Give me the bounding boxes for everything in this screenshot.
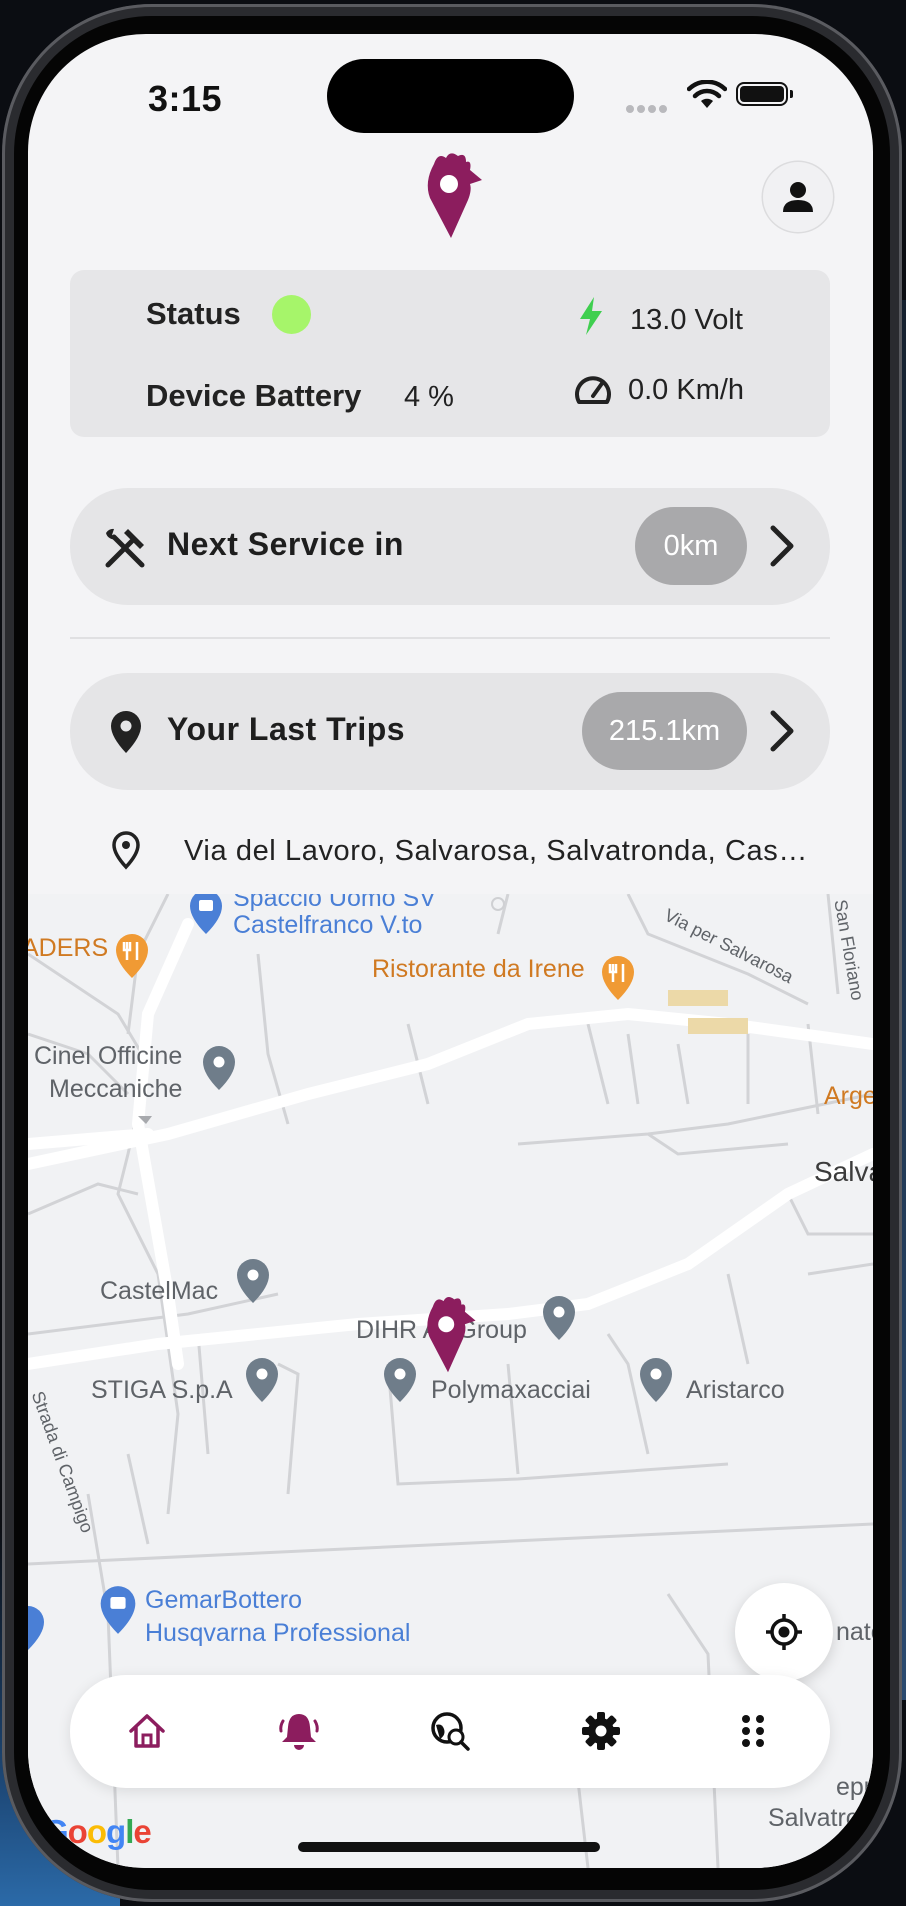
- app-screen: 3:15 Status 13.0 Volt Device Battery 4 %…: [28, 34, 873, 1868]
- next-service-label: Next Service in: [167, 526, 404, 562]
- vehicle-location-marker-icon[interactable]: [408, 1284, 488, 1384]
- cellular-icon: [626, 100, 670, 118]
- chevron-right-icon: [770, 710, 794, 752]
- grid-icon: [742, 1715, 764, 1747]
- device-battery-label: Device Battery: [146, 378, 362, 413]
- poi-gemar-1[interactable]: GemarBottero: [145, 1584, 302, 1616]
- speed-value: 0.0 Km/h: [628, 374, 745, 406]
- poi-cinel-2[interactable]: Meccaniche: [49, 1073, 182, 1105]
- status-label: Status: [146, 296, 241, 331]
- tools-icon: [105, 528, 145, 568]
- last-trip-address[interactable]: Via del Lavoro, Salvarosa, Salvatronda, …: [184, 835, 824, 868]
- nav-explore[interactable]: [422, 1703, 478, 1759]
- poi-castelfranco[interactable]: Castelfranco V.to: [233, 909, 422, 941]
- last-trips-badge: 215.1km: [582, 692, 747, 770]
- place-pin-icon: [543, 1296, 575, 1340]
- lightning-icon: [580, 297, 602, 335]
- location-pin-icon: [111, 711, 141, 753]
- speedometer-icon: [575, 376, 611, 404]
- wifi-icon: [687, 80, 727, 108]
- place-depur: epur: [836, 1773, 873, 1801]
- place-pin-icon: [237, 1259, 269, 1303]
- nav-alerts[interactable]: [271, 1703, 327, 1759]
- crosshair-icon: [766, 1614, 802, 1650]
- nav-home[interactable]: [119, 1703, 175, 1759]
- device-battery-value: 4 %: [404, 381, 454, 413]
- place-salva: Salva: [814, 1156, 873, 1187]
- shopping-pin-icon: [190, 894, 222, 934]
- section-divider: [70, 637, 830, 639]
- place-pin-icon: [246, 1358, 278, 1402]
- poi-ristorante[interactable]: Ristorante da Irene: [372, 953, 585, 985]
- poi-aristarco[interactable]: Aristarco: [686, 1374, 785, 1406]
- voltage-value: 13.0 Volt: [630, 304, 743, 336]
- nav-settings[interactable]: [573, 1703, 629, 1759]
- chevron-right-icon: [770, 525, 794, 567]
- place-pin-icon: [203, 1046, 235, 1090]
- last-trips-label: Your Last Trips: [167, 711, 406, 747]
- search-globe-icon: [431, 1712, 470, 1751]
- home-icon: [129, 1714, 165, 1748]
- last-trips-row[interactable]: Your Last Trips 215.1km: [70, 673, 830, 790]
- location-outline-icon: [112, 831, 140, 870]
- brand-logo-icon: [427, 153, 482, 238]
- bell-icon: [279, 1714, 319, 1750]
- next-service-row[interactable]: Next Service in 0km: [70, 488, 830, 605]
- nav-more[interactable]: [725, 1703, 781, 1759]
- person-icon: [783, 182, 813, 212]
- shopping-pin-icon: [28, 1606, 44, 1650]
- poi-gemar-2[interactable]: Husqvarna Professional: [145, 1617, 410, 1649]
- profile-button[interactable]: [763, 162, 833, 232]
- next-service-badge: 0km: [635, 507, 747, 585]
- shopping-pin-icon: [100, 1586, 136, 1634]
- poi-aders[interactable]: ADERS: [28, 932, 108, 964]
- google-attribution: Google: [43, 1813, 152, 1850]
- battery-icon: [736, 82, 793, 106]
- restaurant-pin-icon: [602, 956, 634, 1000]
- poi-stiga[interactable]: STIGA S.p.A: [91, 1374, 233, 1406]
- gear-icon: [582, 1712, 620, 1750]
- place-pin-icon: [640, 1358, 672, 1402]
- place-salvatron: Salvatron: [768, 1804, 873, 1832]
- poi-arge[interactable]: Arge: [824, 1080, 873, 1112]
- status-time: 3:15: [148, 78, 223, 119]
- restaurant-pin-icon: [116, 934, 148, 978]
- status-indicator: [272, 295, 311, 334]
- bottom-navigation: [70, 1675, 830, 1788]
- place-nato: nato: [836, 1618, 873, 1646]
- poi-cinel-1[interactable]: Cinel Officine: [34, 1040, 182, 1072]
- recenter-location-button[interactable]: [735, 1583, 833, 1681]
- home-indicator[interactable]: [298, 1842, 600, 1852]
- dynamic-island: [327, 59, 574, 133]
- poi-castelmac[interactable]: CastelMac: [100, 1275, 218, 1307]
